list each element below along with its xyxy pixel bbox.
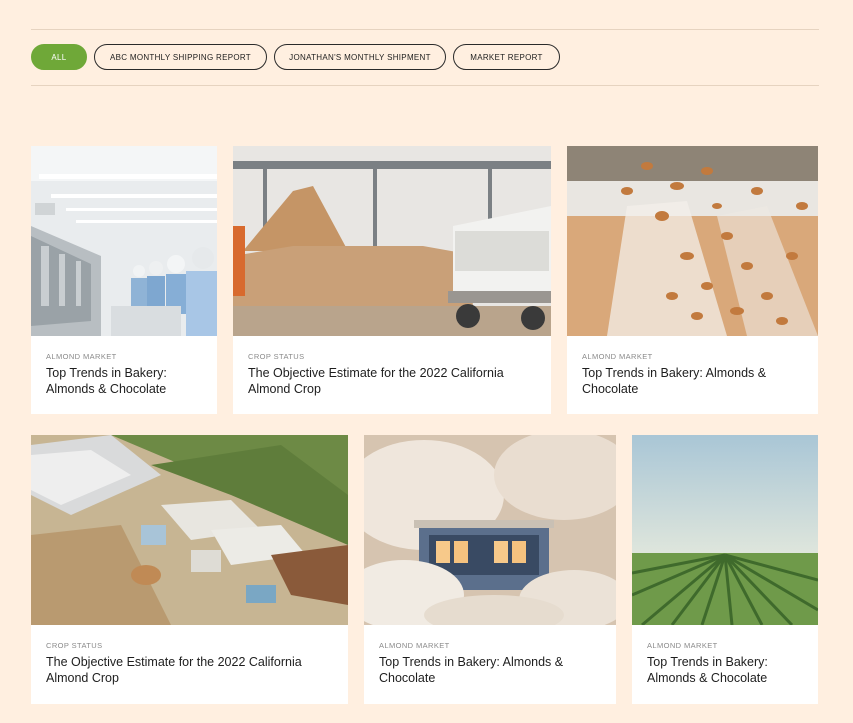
card-title[interactable]: The Objective Estimate for the 2022 Cali… — [248, 366, 539, 397]
filter-all-button[interactable]: ALL — [31, 44, 87, 70]
processing-line-workers-photo[interactable] — [31, 146, 217, 336]
card-category: CROP STATUS — [248, 352, 305, 361]
article-card[interactable]: ALMOND MARKET Top Trends in Bakery: Almo… — [31, 146, 217, 414]
card-category: ALMOND MARKET — [582, 352, 653, 361]
card-meta: CROP STATUS The Objective Estimate for t… — [46, 641, 336, 686]
article-card[interactable]: ALMOND MARKET Top Trends in Bakery: Almo… — [567, 146, 818, 414]
filter-bar: ALL ABC MONTHLY SHIPPING REPORT JONATHAN… — [31, 44, 560, 70]
card-meta: ALMOND MARKET Top Trends in Bakery: Almo… — [582, 352, 806, 397]
card-title[interactable]: Top Trends in Bakery: Almonds & Chocolat… — [647, 655, 806, 686]
page: ALL ABC MONTHLY SHIPPING REPORT JONATHAN… — [0, 0, 853, 723]
card-category: CROP STATUS — [46, 641, 103, 650]
filter-market-report-button[interactable]: MARKET REPORT — [453, 44, 560, 70]
almond-stockpile-truck-photo[interactable] — [233, 146, 551, 336]
card-meta: ALMOND MARKET Top Trends in Bakery: Almo… — [46, 352, 205, 397]
aerial-facility-photo[interactable] — [31, 435, 348, 625]
card-title[interactable]: Top Trends in Bakery: Almonds & Chocolat… — [582, 366, 806, 397]
falling-almonds-photo[interactable] — [567, 146, 818, 336]
filter-jonathan-shipment-button[interactable]: JONATHAN'S MONTHLY SHIPMENT — [274, 44, 446, 70]
orchard-rows-photo[interactable] — [632, 435, 818, 625]
article-card[interactable]: CROP STATUS The Objective Estimate for t… — [31, 435, 348, 704]
card-meta: ALMOND MARKET Top Trends in Bakery: Almo… — [379, 641, 604, 686]
article-card[interactable]: ALMOND MARKET Top Trends in Bakery: Almo… — [364, 435, 616, 704]
filter-abc-shipping-button[interactable]: ABC MONTHLY SHIPPING REPORT — [94, 44, 267, 70]
card-meta: CROP STATUS The Objective Estimate for t… — [248, 352, 539, 397]
divider-top — [31, 29, 819, 30]
card-category: ALMOND MARKET — [379, 641, 450, 650]
card-title[interactable]: Top Trends in Bakery: Almonds & Chocolat… — [379, 655, 604, 686]
harvester-dust-photo[interactable] — [364, 435, 616, 625]
card-meta: ALMOND MARKET Top Trends in Bakery: Almo… — [647, 641, 806, 686]
article-card[interactable]: CROP STATUS The Objective Estimate for t… — [233, 146, 551, 414]
card-category: ALMOND MARKET — [647, 641, 718, 650]
card-title[interactable]: The Objective Estimate for the 2022 Cali… — [46, 655, 336, 686]
card-category: ALMOND MARKET — [46, 352, 117, 361]
card-title[interactable]: Top Trends in Bakery: Almonds & Chocolat… — [46, 366, 205, 397]
article-card[interactable]: ALMOND MARKET Top Trends in Bakery: Almo… — [632, 435, 818, 704]
divider-bottom — [31, 85, 819, 86]
